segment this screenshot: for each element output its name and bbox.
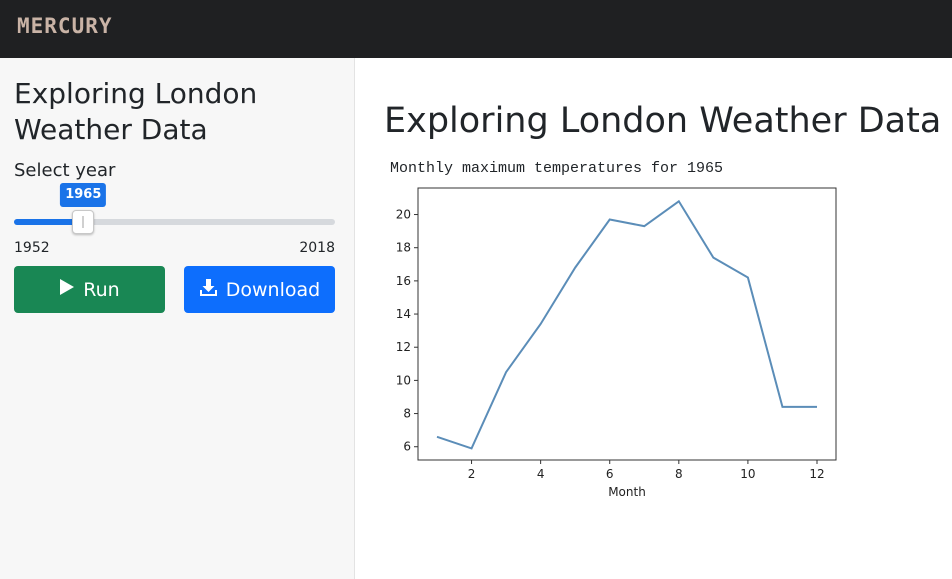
- y-tick-label: 8: [403, 407, 411, 421]
- download-button[interactable]: Download: [184, 266, 335, 313]
- play-icon: [59, 278, 75, 301]
- slider-min-label: 1952: [14, 240, 50, 256]
- y-tick-label: 6: [403, 440, 411, 454]
- download-icon: [199, 278, 218, 302]
- year-slider-track[interactable]: [14, 219, 335, 225]
- y-tick-label: 10: [396, 373, 411, 387]
- y-tick-label: 12: [396, 340, 411, 354]
- year-slider-handle[interactable]: [72, 210, 95, 234]
- slider-label: Select year: [14, 160, 116, 181]
- y-tick-label: 14: [396, 307, 411, 321]
- y-tick-label: 20: [396, 208, 411, 222]
- x-tick-label: 4: [537, 467, 545, 481]
- plot-frame: [417, 187, 837, 461]
- year-slider-value: 1965: [60, 183, 107, 207]
- x-tick-label: 10: [740, 467, 755, 481]
- sidebar: Exploring London Weather Data Select yea…: [0, 58, 355, 579]
- chart-caption: Monthly maximum temperatures for 1965: [390, 160, 724, 177]
- mercury-logo[interactable]: MERCURY: [17, 14, 113, 38]
- x-tick-label: 6: [606, 467, 614, 481]
- y-tick-label: 18: [396, 241, 411, 255]
- run-button-label: Run: [83, 278, 120, 301]
- download-button-label: Download: [225, 278, 321, 301]
- x-tick-label: 2: [468, 467, 476, 481]
- slider-max-label: 2018: [299, 240, 335, 256]
- x-tick-label: 8: [675, 467, 683, 481]
- line-chart: 2 4 6 8 10 12 6 8 10 12 14 16 18 20 Month: [396, 187, 837, 499]
- y-tick-label: 16: [396, 274, 411, 288]
- run-button[interactable]: Run: [14, 266, 165, 313]
- x-axis-label: Month: [608, 485, 646, 499]
- sidebar-title: Exploring London Weather Data: [14, 77, 258, 146]
- page-title: Exploring London Weather Data: [384, 101, 942, 141]
- top-navbar: MERCURY: [0, 0, 952, 58]
- x-tick-label: 12: [809, 467, 824, 481]
